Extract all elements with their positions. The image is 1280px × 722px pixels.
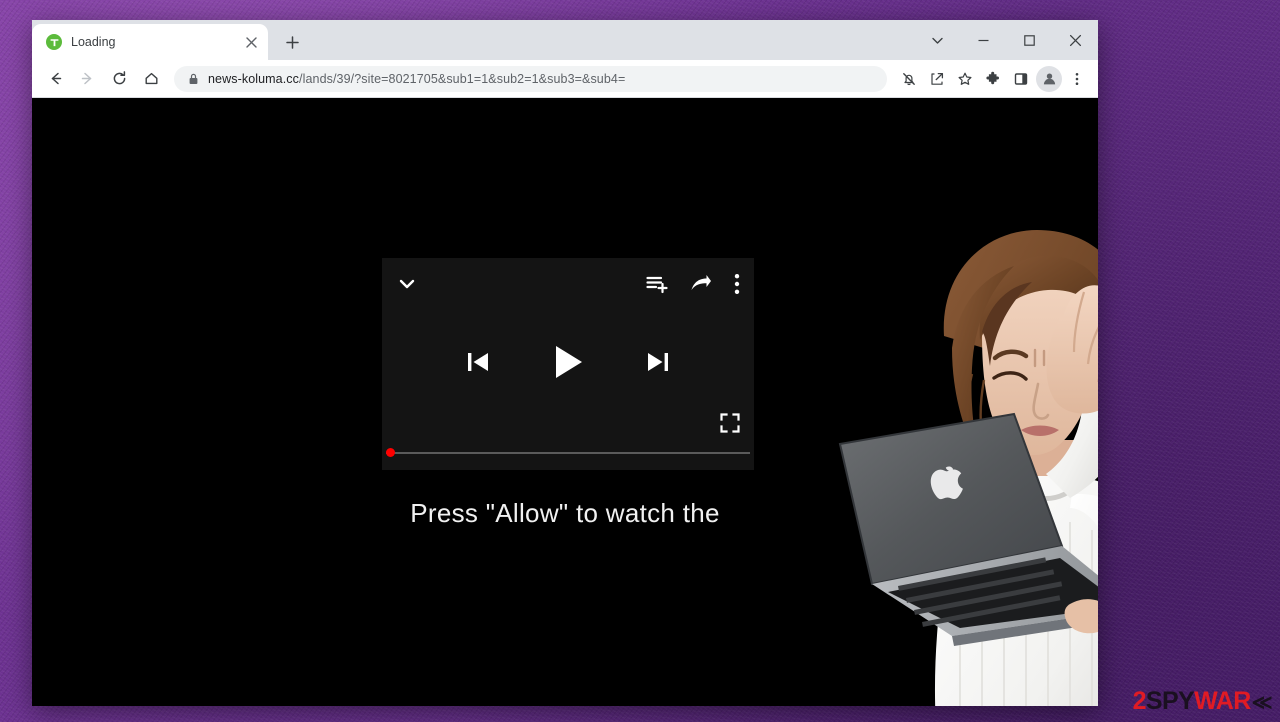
watermark-part-2: SPY [1145, 687, 1195, 715]
progress-handle[interactable] [386, 448, 395, 457]
browser-toolbar: news-koluma.cc/lands/39/?site=8021705&su… [32, 60, 1098, 98]
profile-avatar-icon[interactable] [1036, 65, 1062, 92]
player-top-actions [646, 273, 740, 300]
previous-track-icon[interactable] [465, 348, 491, 381]
browser-window: Loading news-koluma.cc/lands/39/?site=80… [32, 20, 1098, 706]
watermark-part-1: 2 [1132, 687, 1147, 715]
reload-button[interactable] [104, 64, 134, 94]
bookmark-star-icon[interactable] [952, 66, 978, 92]
watermark-part-3: WAR [1194, 687, 1251, 715]
chevron-down-icon[interactable] [396, 273, 418, 300]
frustrated-woman-image [832, 208, 1098, 706]
tab-close-icon[interactable] [242, 33, 260, 51]
minimize-button[interactable] [960, 20, 1006, 60]
tab-search-button[interactable] [914, 20, 960, 60]
share-arrow-icon[interactable] [690, 274, 712, 299]
watermark-part-4: ≪ [1251, 692, 1273, 714]
url-host: news-koluma.cc [208, 71, 300, 86]
extensions-puzzle-icon[interactable] [980, 66, 1006, 92]
close-button[interactable] [1052, 20, 1098, 60]
player-transport-controls [382, 336, 754, 392]
add-to-queue-icon[interactable] [646, 274, 668, 299]
more-menu-icon[interactable] [1064, 66, 1090, 92]
tab-title: Loading [71, 35, 116, 49]
allow-prompt-text: Press "Allow" to watch the [410, 498, 720, 528]
home-button[interactable] [136, 64, 166, 94]
notifications-blocked-icon[interactable] [896, 66, 922, 92]
padlock-icon [188, 73, 199, 85]
watermark-2spyware: 2 SPY WAR ≪ [1132, 687, 1273, 716]
address-bar[interactable]: news-koluma.cc/lands/39/?site=8021705&su… [174, 65, 887, 92]
next-track-icon[interactable] [645, 348, 671, 381]
fake-video-player [382, 258, 754, 470]
new-tab-button[interactable] [278, 28, 306, 56]
player-top-bar [382, 258, 754, 314]
share-icon[interactable] [924, 66, 950, 92]
kebab-menu-icon[interactable] [734, 273, 740, 300]
browser-tab[interactable]: Loading [32, 24, 268, 60]
player-progress-bar[interactable] [386, 448, 750, 457]
play-icon[interactable] [551, 343, 585, 386]
address-bar-url: news-koluma.cc/lands/39/?site=8021705&su… [208, 72, 625, 86]
tab-favicon-icon [46, 34, 62, 50]
progress-track [386, 452, 750, 454]
window-controls [914, 20, 1098, 60]
fullscreen-icon[interactable] [720, 413, 740, 438]
page-viewport: Press "Allow" to watch the [32, 98, 1098, 706]
tab-strip: Loading [32, 20, 1098, 60]
side-panel-icon[interactable] [1008, 66, 1034, 92]
maximize-button[interactable] [1006, 20, 1052, 60]
back-button[interactable] [40, 64, 70, 94]
forward-button[interactable] [72, 64, 102, 94]
url-path: /lands/39/?site=8021705&sub1=1&sub2=1&su… [299, 71, 626, 86]
